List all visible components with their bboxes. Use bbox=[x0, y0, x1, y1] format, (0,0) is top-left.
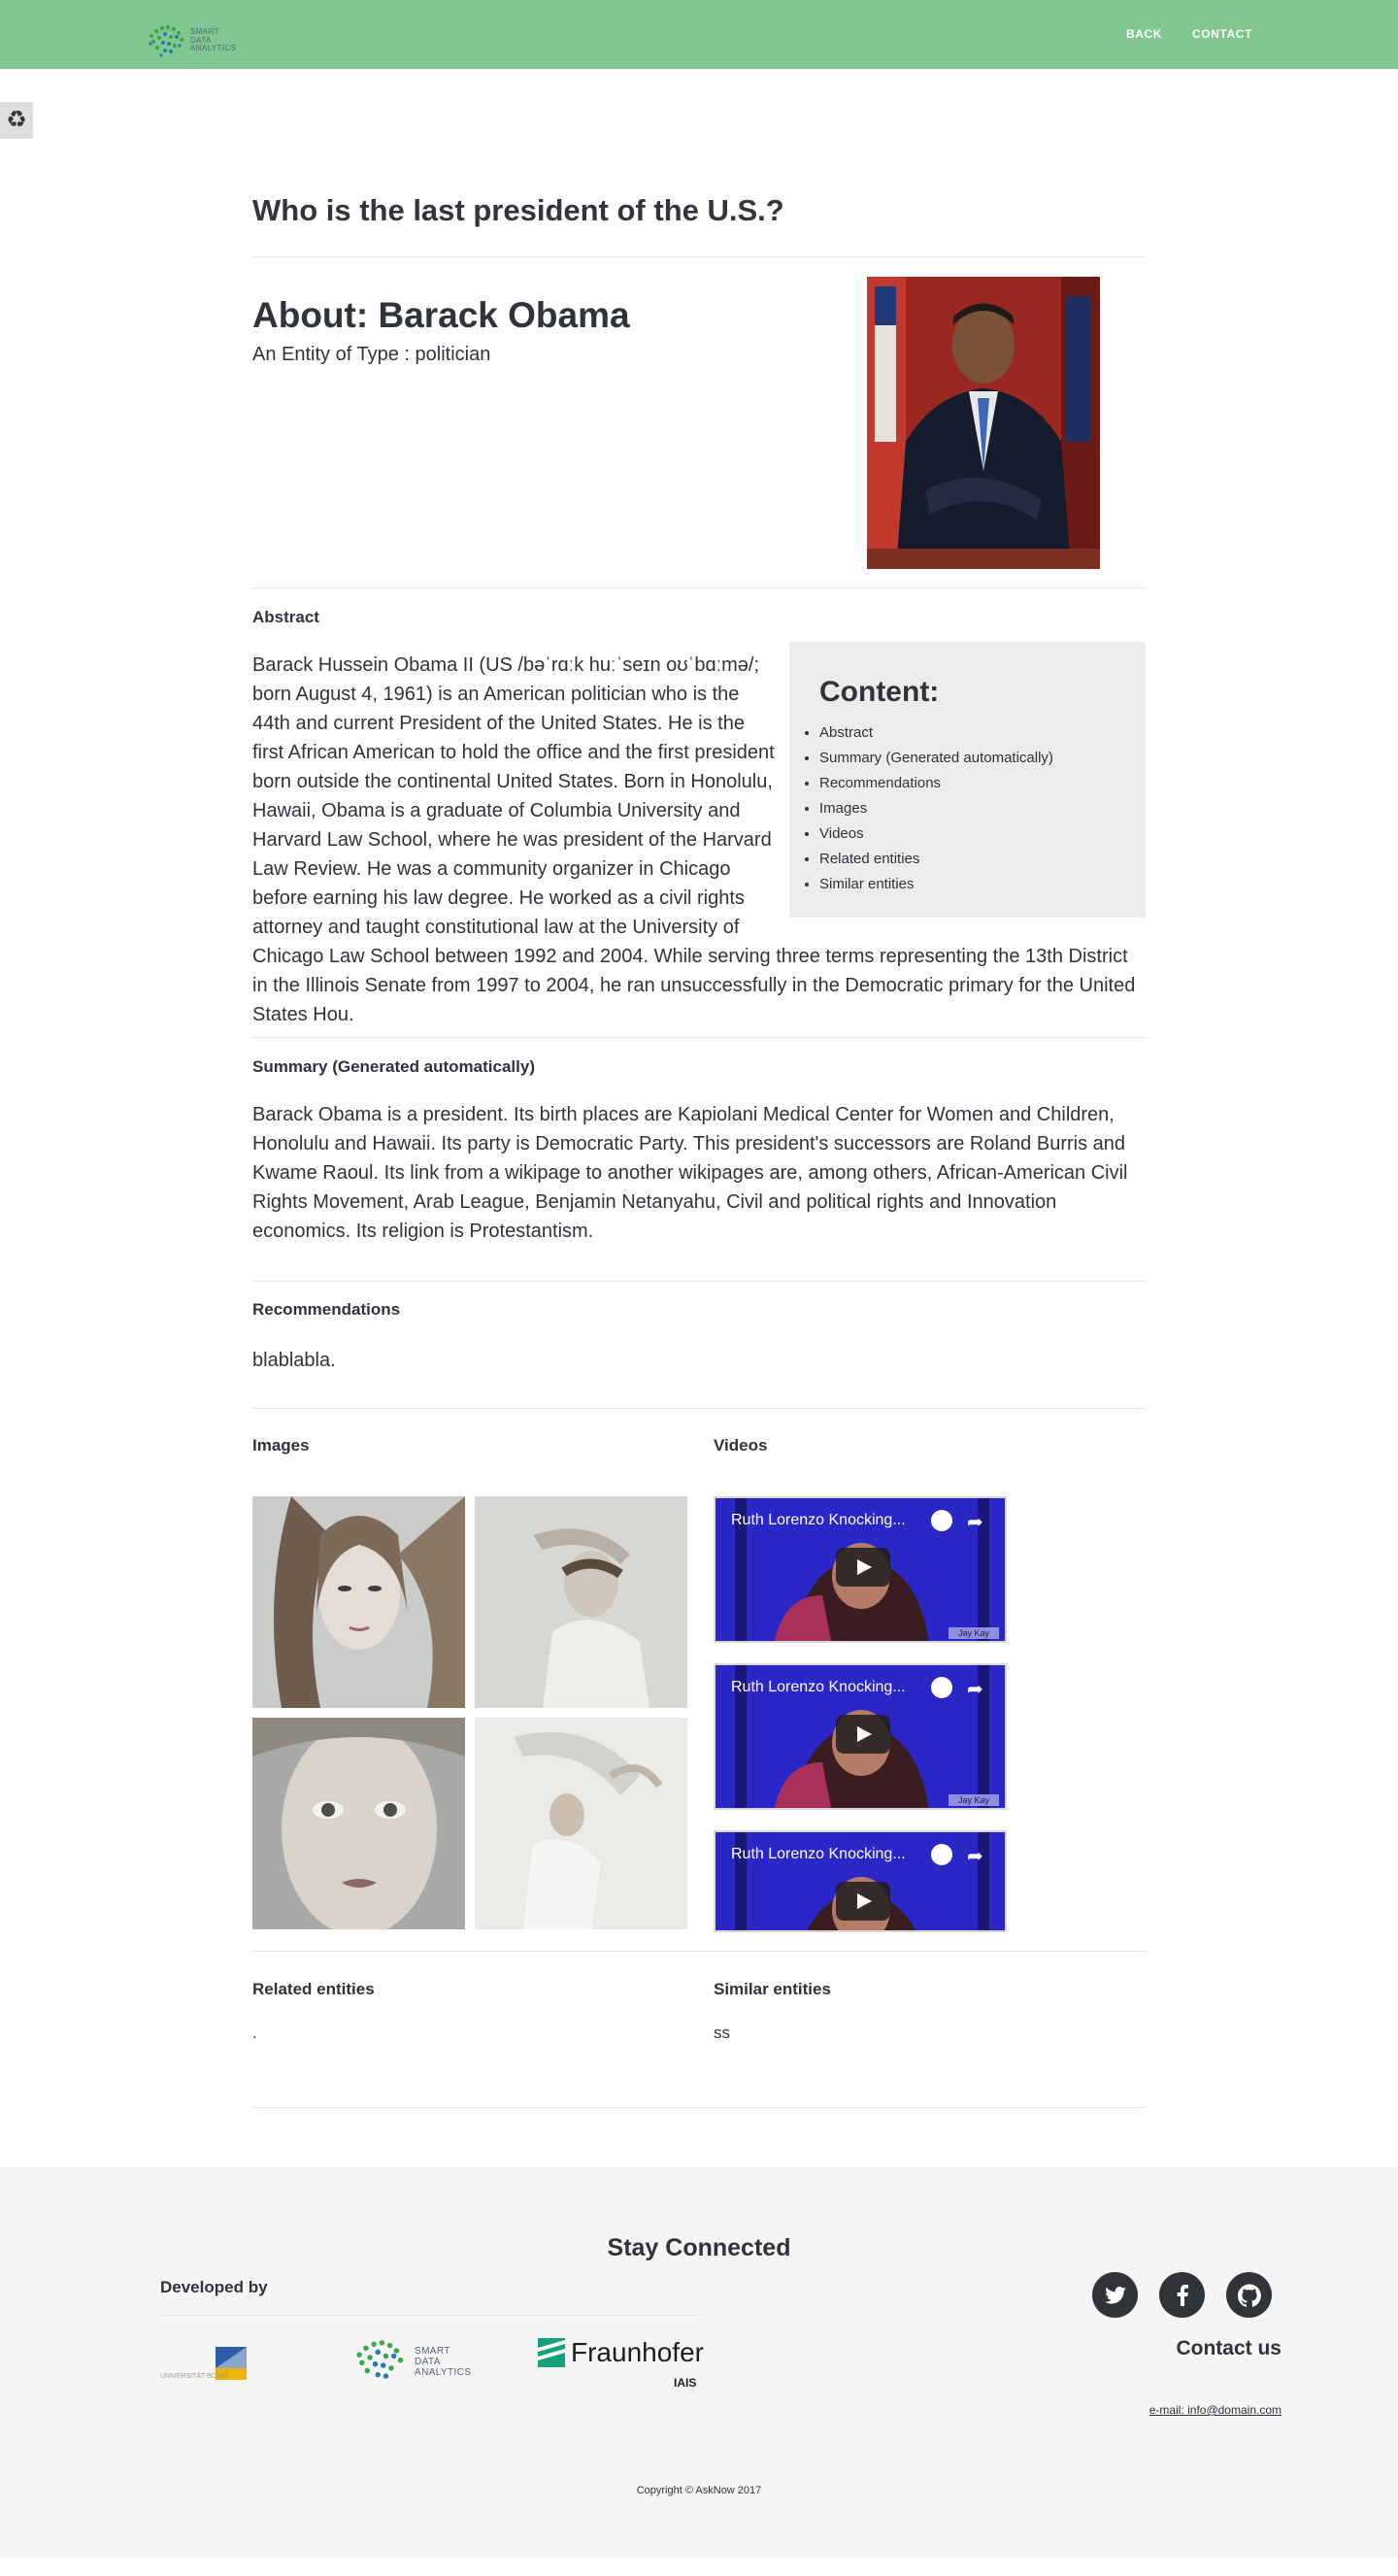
videos-column: Videos Ruth Lorenzo Knocking... ➦ Jay Ka… bbox=[714, 1436, 1146, 1951]
contents-item[interactable]: Videos bbox=[819, 821, 1146, 847]
fraunhofer-logo[interactable]: Fraunhofer IAIS bbox=[538, 2337, 704, 2390]
video-title[interactable]: Ruth Lorenzo Knocking... bbox=[731, 1679, 906, 1696]
university-bonn-logo[interactable]: UNIVERSITÄT BONN bbox=[160, 2347, 248, 2387]
contents-item[interactable]: Images bbox=[819, 796, 1146, 821]
video-embed[interactable]: Ruth Lorenzo Knocking... ➦ Jay Kay bbox=[714, 1496, 1007, 1643]
video-list: Ruth Lorenzo Knocking... ➦ Jay Kay Ruth … bbox=[714, 1496, 1146, 1932]
brand-line-3: ANALYTICS bbox=[190, 44, 237, 53]
nav-links: BACK CONTACT bbox=[1126, 27, 1252, 41]
similar-entities-text: ss bbox=[714, 2024, 730, 2042]
gallery-image[interactable] bbox=[475, 1718, 687, 1929]
recommendations-text: blablabla. bbox=[252, 1350, 336, 1371]
gallery-image[interactable] bbox=[252, 1496, 465, 1708]
recommendations-section: Recommendations blablabla. bbox=[252, 1282, 1146, 1408]
play-button[interactable] bbox=[836, 1882, 890, 1921]
main-content: Who is the last president of the U.S.? A… bbox=[252, 69, 1146, 2108]
play-button[interactable] bbox=[836, 1715, 890, 1754]
summary-section: Summary (Generated automatically) Barack… bbox=[252, 1038, 1146, 1281]
related-entities-column: Related entities . bbox=[252, 1980, 714, 2107]
video-caption-tag: Jay Kay bbox=[948, 1627, 999, 1639]
images-column: Images bbox=[252, 1436, 714, 1951]
divider bbox=[252, 2107, 1146, 2108]
recommendations-label: Recommendations bbox=[252, 1300, 401, 1319]
social-links bbox=[1092, 2272, 1272, 2318]
about-section: About: Barack Obama An Entity of Type : … bbox=[252, 257, 1146, 587]
video-title[interactable]: Ruth Lorenzo Knocking... bbox=[731, 1512, 906, 1529]
summary-label: Summary (Generated automatically) bbox=[252, 1057, 535, 1076]
watch-later-icon[interactable] bbox=[931, 1844, 952, 1865]
recycle-icon[interactable]: ♻ bbox=[0, 102, 33, 139]
brand-logo[interactable]: SMART DATA ANALYTICS bbox=[146, 22, 236, 59]
share-icon[interactable]: ➦ bbox=[967, 1510, 983, 1534]
fraunhofer-text: Fraunhofer bbox=[571, 2337, 704, 2367]
share-icon[interactable]: ➦ bbox=[967, 1844, 983, 1868]
contents-list: Abstract Summary (Generated automaticall… bbox=[797, 720, 1146, 897]
brain-dots-icon bbox=[149, 25, 183, 57]
navbar: SMART DATA ANALYTICS BACK CONTACT bbox=[0, 0, 1398, 69]
iais-text: IAIS bbox=[674, 2376, 697, 2390]
contents-item[interactable]: Similar entities bbox=[819, 872, 1146, 897]
divider bbox=[160, 2315, 699, 2316]
abstract-section: Abstract Content: Abstract Summary (Gene… bbox=[252, 588, 1146, 1037]
university-logo-text: UNIVERSITÄT BONN bbox=[160, 2372, 226, 2380]
image-gallery bbox=[252, 1496, 714, 1929]
sda-line-2: DATA bbox=[415, 2356, 441, 2367]
about-title: About: Barack Obama bbox=[252, 295, 630, 335]
twitter-icon[interactable] bbox=[1092, 2272, 1138, 2318]
abstract-label: Abstract bbox=[252, 608, 319, 626]
entity-type: An Entity of Type : politician bbox=[252, 344, 491, 365]
video-embed[interactable]: Ruth Lorenzo Knocking... ➦ bbox=[714, 1830, 1007, 1932]
sda-line-1: SMART bbox=[415, 2345, 450, 2357]
gallery-image[interactable] bbox=[475, 1496, 687, 1708]
media-section: Images Videos Ruth Lorenzo Knocking... ➦… bbox=[252, 1409, 1146, 1951]
video-title[interactable]: Ruth Lorenzo Knocking... bbox=[731, 1846, 906, 1863]
brain-dots-icon bbox=[356, 2340, 404, 2379]
similar-entities-column: Similar entities ss bbox=[714, 1980, 1146, 2107]
github-icon[interactable] bbox=[1226, 2272, 1272, 2318]
video-embed[interactable]: Ruth Lorenzo Knocking... ➦ Jay Kay bbox=[714, 1663, 1007, 1810]
watch-later-icon[interactable] bbox=[931, 1677, 952, 1698]
contact-us-title: Contact us bbox=[1176, 2337, 1282, 2359]
developed-by-label: Developed by bbox=[160, 2278, 268, 2296]
contents-item[interactable]: Abstract bbox=[819, 720, 1146, 746]
about-text: About: Barack Obama An Entity of Type : … bbox=[252, 277, 630, 587]
sda-line-3: ANALYTICS bbox=[415, 2366, 472, 2378]
question-title: Who is the last president of the U.S.? bbox=[252, 193, 784, 227]
play-button[interactable] bbox=[836, 1548, 890, 1587]
share-icon[interactable]: ➦ bbox=[967, 1677, 983, 1701]
fraunhofer-mark-icon bbox=[538, 2338, 565, 2367]
copyright-text: Copyright © AskNow 2017 bbox=[636, 2485, 762, 2496]
abstract-body: Content: Abstract Summary (Generated aut… bbox=[252, 642, 1146, 1029]
contents-item[interactable]: Related entities bbox=[819, 847, 1146, 872]
gallery-image[interactable] bbox=[252, 1718, 465, 1929]
related-entities-text: . bbox=[252, 2024, 257, 2042]
footer: Stay Connected Developed by UNIVERSITÄT … bbox=[0, 2167, 1398, 2559]
entities-section: Related entities . Similar entities ss bbox=[252, 1952, 1146, 2107]
video-caption-tag: Jay Kay bbox=[948, 1794, 999, 1806]
stay-connected-title: Stay Connected bbox=[607, 2234, 791, 2261]
brand-text: SMART DATA ANALYTICS bbox=[190, 28, 236, 53]
nav-back-link[interactable]: BACK bbox=[1126, 27, 1162, 41]
portrait-image bbox=[867, 277, 1100, 569]
watch-later-icon[interactable] bbox=[931, 1510, 952, 1531]
contents-box: Content: Abstract Summary (Generated aut… bbox=[789, 642, 1146, 918]
sda-logo[interactable]: SMART DATA ANALYTICS bbox=[349, 2336, 471, 2387]
email-link[interactable]: e-mail: info@domain.com bbox=[1149, 2403, 1282, 2417]
sda-logo-text: SMART DATA ANALYTICS bbox=[415, 2346, 471, 2378]
images-label: Images bbox=[252, 1436, 310, 1455]
summary-text: Barack Obama is a president. Its birth p… bbox=[252, 1104, 1128, 1242]
contents-item[interactable]: Recommendations bbox=[819, 771, 1146, 796]
related-entities-label: Related entities bbox=[252, 1980, 375, 1998]
facebook-icon[interactable] bbox=[1159, 2272, 1205, 2318]
contents-item[interactable]: Summary (Generated automatically) bbox=[819, 746, 1146, 771]
similar-entities-label: Similar entities bbox=[714, 1980, 831, 1998]
videos-label: Videos bbox=[714, 1436, 768, 1455]
contents-title: Content: bbox=[819, 676, 940, 708]
nav-contact-link[interactable]: CONTACT bbox=[1192, 27, 1252, 41]
